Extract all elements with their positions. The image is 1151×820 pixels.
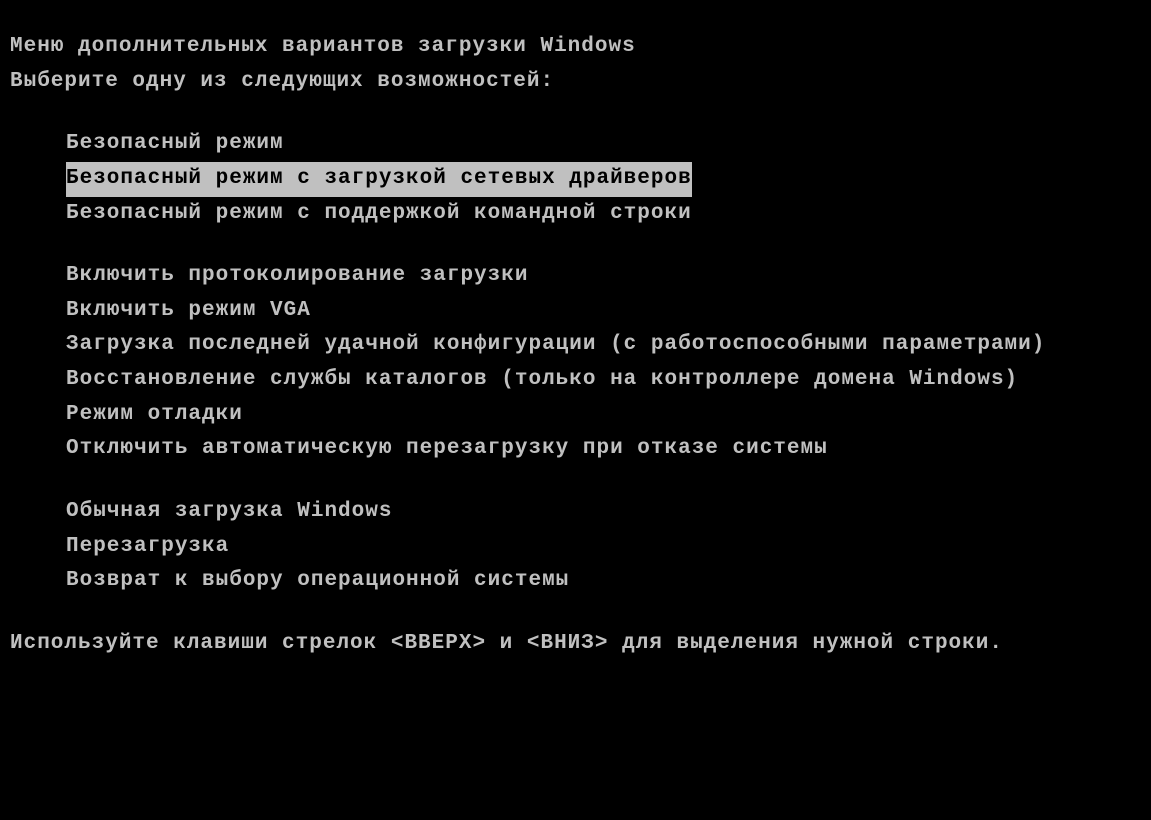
option-safe-mode-command-prompt[interactable]: Безопасный режим с поддержкой командной …	[66, 202, 692, 225]
option-safe-mode[interactable]: Безопасный режим	[66, 132, 284, 155]
option-reboot[interactable]: Перезагрузка	[66, 535, 229, 558]
boot-menu-title: Меню дополнительных вариантов загрузки W…	[10, 30, 1141, 65]
option-safe-mode-networking[interactable]: Безопасный режим с загрузкой сетевых дра…	[66, 162, 692, 197]
option-last-known-good-config[interactable]: Загрузка последней удачной конфигурации …	[66, 333, 1045, 356]
boot-menu-subtitle: Выберите одну из следующих возможностей:	[10, 65, 1141, 100]
option-return-os-choices[interactable]: Возврат к выбору операционной системы	[66, 569, 569, 592]
option-enable-vga-mode[interactable]: Включить режим VGA	[66, 299, 311, 322]
option-debugging-mode[interactable]: Режим отладки	[66, 403, 243, 426]
option-disable-auto-restart[interactable]: Отключить автоматическую перезагрузку пр…	[66, 437, 828, 460]
boot-menu-group-advanced: Включить протоколирование загрузки Включ…	[66, 259, 1141, 467]
option-enable-boot-logging[interactable]: Включить протоколирование загрузки	[66, 264, 528, 287]
boot-menu-group-safe-mode: Безопасный режим Безопасный режим с загр…	[66, 127, 1141, 231]
boot-menu-group-normal: Обычная загрузка Windows Перезагрузка Во…	[66, 495, 1141, 599]
boot-menu-header: Меню дополнительных вариантов загрузки W…	[10, 30, 1141, 99]
navigation-hint: Используйте клавиши стрелок <ВВЕРХ> и <В…	[10, 627, 1141, 662]
option-directory-services-restore[interactable]: Восстановление службы каталогов (только …	[66, 368, 1018, 391]
option-start-windows-normally[interactable]: Обычная загрузка Windows	[66, 500, 392, 523]
boot-menu-footer: Используйте клавиши стрелок <ВВЕРХ> и <В…	[10, 627, 1141, 662]
boot-menu-options: Безопасный режим Безопасный режим с загр…	[10, 127, 1141, 599]
